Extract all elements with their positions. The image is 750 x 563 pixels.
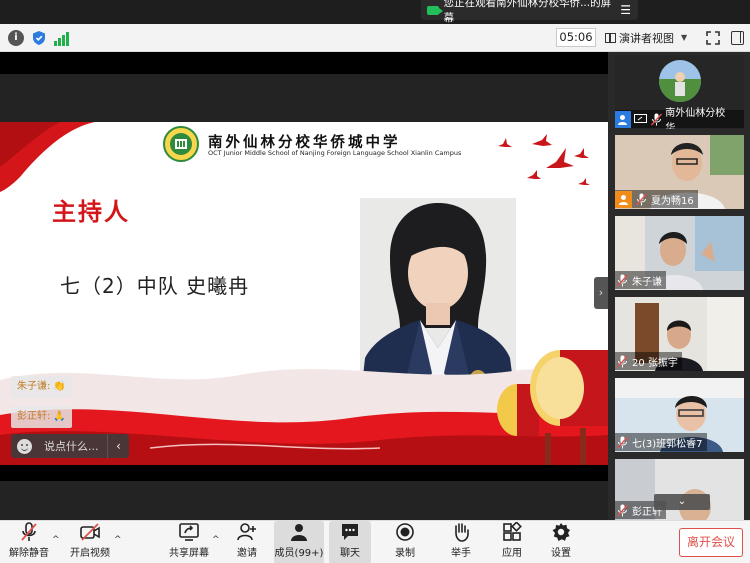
participant-label: 朱子谦	[615, 271, 666, 289]
raise-hand-label: 举手	[451, 548, 471, 559]
chat-sender: 彭正轩:	[17, 411, 51, 422]
leave-meeting-button[interactable]: 离开会议	[679, 528, 743, 557]
host-class-and-name: 七（2）中队 史曦冉	[60, 274, 250, 298]
participant-name: 南外仙林分校华...	[665, 108, 726, 129]
collapse-chat-button[interactable]: ‹	[107, 434, 129, 458]
participant-label: 南外仙林分校华...	[615, 108, 744, 129]
letterbox-bottom	[0, 465, 608, 481]
speaker-view-icon	[605, 32, 616, 43]
view-mode-select[interactable]: 演讲者视图 ▼	[605, 28, 694, 47]
participant-name: 夏为畅16	[651, 195, 694, 207]
meeting-timer: 05:06	[556, 28, 596, 47]
record-icon	[396, 523, 414, 541]
network-signal-icon[interactable]	[54, 30, 70, 46]
mic-muted-icon	[615, 503, 630, 518]
invite-label: 邀请	[237, 548, 257, 559]
emoji-icon[interactable]	[17, 438, 32, 454]
letterbox-top	[0, 52, 608, 74]
audio-options-caret[interactable]: ^	[52, 535, 60, 545]
scroll-down-button[interactable]: ⌄	[654, 494, 710, 510]
raise-hand-button[interactable]: 举手	[446, 521, 476, 563]
mic-muted-icon	[615, 435, 630, 450]
settings-label: 设置	[551, 548, 571, 559]
members-label: 成员(99+)	[274, 548, 324, 559]
record-label: 录制	[395, 548, 415, 559]
members-button[interactable]: 成员(99+)	[274, 521, 324, 563]
view-mode-label: 演讲者视图	[619, 31, 674, 45]
red-corner-decoration	[0, 122, 95, 192]
chat-message: 朱子谦: 👏	[11, 376, 72, 398]
participant-label: 七(3)班郭松睿7	[615, 433, 707, 451]
share-screen-button[interactable]: 共享屏幕	[167, 521, 211, 563]
panel-collapse-button[interactable]: ›	[594, 277, 608, 309]
mic-muted-icon	[634, 192, 649, 207]
screen-share-icon	[633, 112, 647, 127]
mic-muted-icon	[615, 273, 630, 288]
participant-tile[interactable]: 20 张振宇	[615, 297, 744, 371]
share-banner-text: 您正在观看南外仙林分校华侨...的屏幕	[443, 0, 612, 24]
red-drums-decoration	[497, 350, 608, 465]
apps-label: 应用	[502, 548, 522, 559]
hand-icon	[455, 523, 469, 542]
participant-tile[interactable]: 七(3)班郭松睿7	[615, 378, 744, 452]
pray-emoji: 🙏	[53, 411, 66, 422]
apps-icon	[503, 522, 522, 541]
top-toolbar: i 05:06 演讲者视图 ▼	[0, 24, 750, 52]
participant-tile[interactable]: 朱子谦	[615, 216, 744, 290]
clap-emoji: 👏	[53, 381, 66, 392]
chat-sender: 朱子谦:	[17, 381, 51, 392]
shield-icon[interactable]	[31, 30, 47, 46]
avatar	[659, 60, 701, 102]
participant-label: 夏为畅16	[615, 190, 698, 208]
participant-name: 20 张振宇	[632, 357, 678, 369]
share-screen-label: 共享屏幕	[169, 548, 209, 559]
participant-label: 20 张振宇	[615, 352, 682, 370]
share-screen-icon	[179, 523, 199, 541]
sidebar-toggle-icon[interactable]	[731, 31, 744, 45]
participant-tile[interactable]: 彭正轩	[615, 459, 744, 520]
participant-tile[interactable]: 南外仙林分校华...	[615, 55, 744, 129]
start-video-button[interactable]: 开启视频	[67, 521, 113, 563]
chevron-down-icon: ▼	[681, 33, 688, 42]
video-options-caret[interactable]: ^	[114, 535, 122, 545]
info-icon[interactable]: i	[8, 30, 24, 46]
cohost-icon	[615, 190, 632, 208]
camera-off-icon	[80, 523, 100, 541]
unmute-label: 解除静音	[9, 548, 49, 559]
chat-message: 彭正轩: 🙏	[11, 406, 72, 428]
screen-share-banner[interactable]: 您正在观看南外仙林分校华侨...的屏幕 ☰	[421, 0, 638, 24]
meeting-controls-bar: 解除静音 ^ 开启视频 ^ 共享屏幕 ^ 邀请 成员(99+) 聊天 录制 举手…	[0, 520, 750, 563]
members-icon	[291, 524, 307, 541]
presentation-slide: 南外仙林分校华侨城中学 OCT Junior Middle School of …	[0, 122, 608, 465]
chat-input[interactable]: 说点什么... ‹	[11, 434, 129, 458]
mic-muted-icon	[21, 522, 37, 541]
mic-muted-icon	[615, 354, 630, 369]
invite-button[interactable]: 邀请	[232, 521, 262, 563]
participant-name: 朱子谦	[632, 276, 662, 288]
mic-muted-icon	[649, 112, 663, 127]
participant-tile[interactable]: 夏为畅16	[615, 135, 744, 209]
chat-label: 聊天	[340, 548, 360, 559]
add-user-icon	[237, 523, 256, 541]
slide-title: 主持人	[52, 198, 130, 226]
meeting-window: 您正在观看南外仙林分校华侨...的屏幕 ☰ i 05:06 演讲者视图 ▼ 南外…	[0, 0, 750, 563]
record-button[interactable]: 录制	[390, 521, 420, 563]
menu-icon[interactable]: ☰	[620, 3, 631, 17]
gear-icon	[552, 523, 570, 541]
share-options-caret[interactable]: ^	[212, 535, 220, 545]
host-icon	[615, 110, 631, 128]
unmute-button[interactable]: 解除静音	[6, 521, 52, 563]
start-video-label: 开启视频	[70, 548, 110, 559]
camera-icon	[427, 5, 443, 15]
fullscreen-icon[interactable]	[705, 30, 721, 46]
participant-name: 七(3)班郭松睿7	[632, 438, 703, 450]
settings-button[interactable]: 设置	[546, 521, 576, 563]
chat-placeholder: 说点什么...	[44, 440, 99, 453]
chat-button[interactable]: 聊天	[329, 521, 371, 563]
apps-button[interactable]: 应用	[497, 521, 527, 563]
chat-icon	[342, 524, 358, 540]
flying-birds-decoration	[498, 134, 590, 185]
school-logo	[163, 126, 199, 162]
school-name-en: OCT Junior Middle School of Nanjing Fore…	[208, 149, 462, 157]
